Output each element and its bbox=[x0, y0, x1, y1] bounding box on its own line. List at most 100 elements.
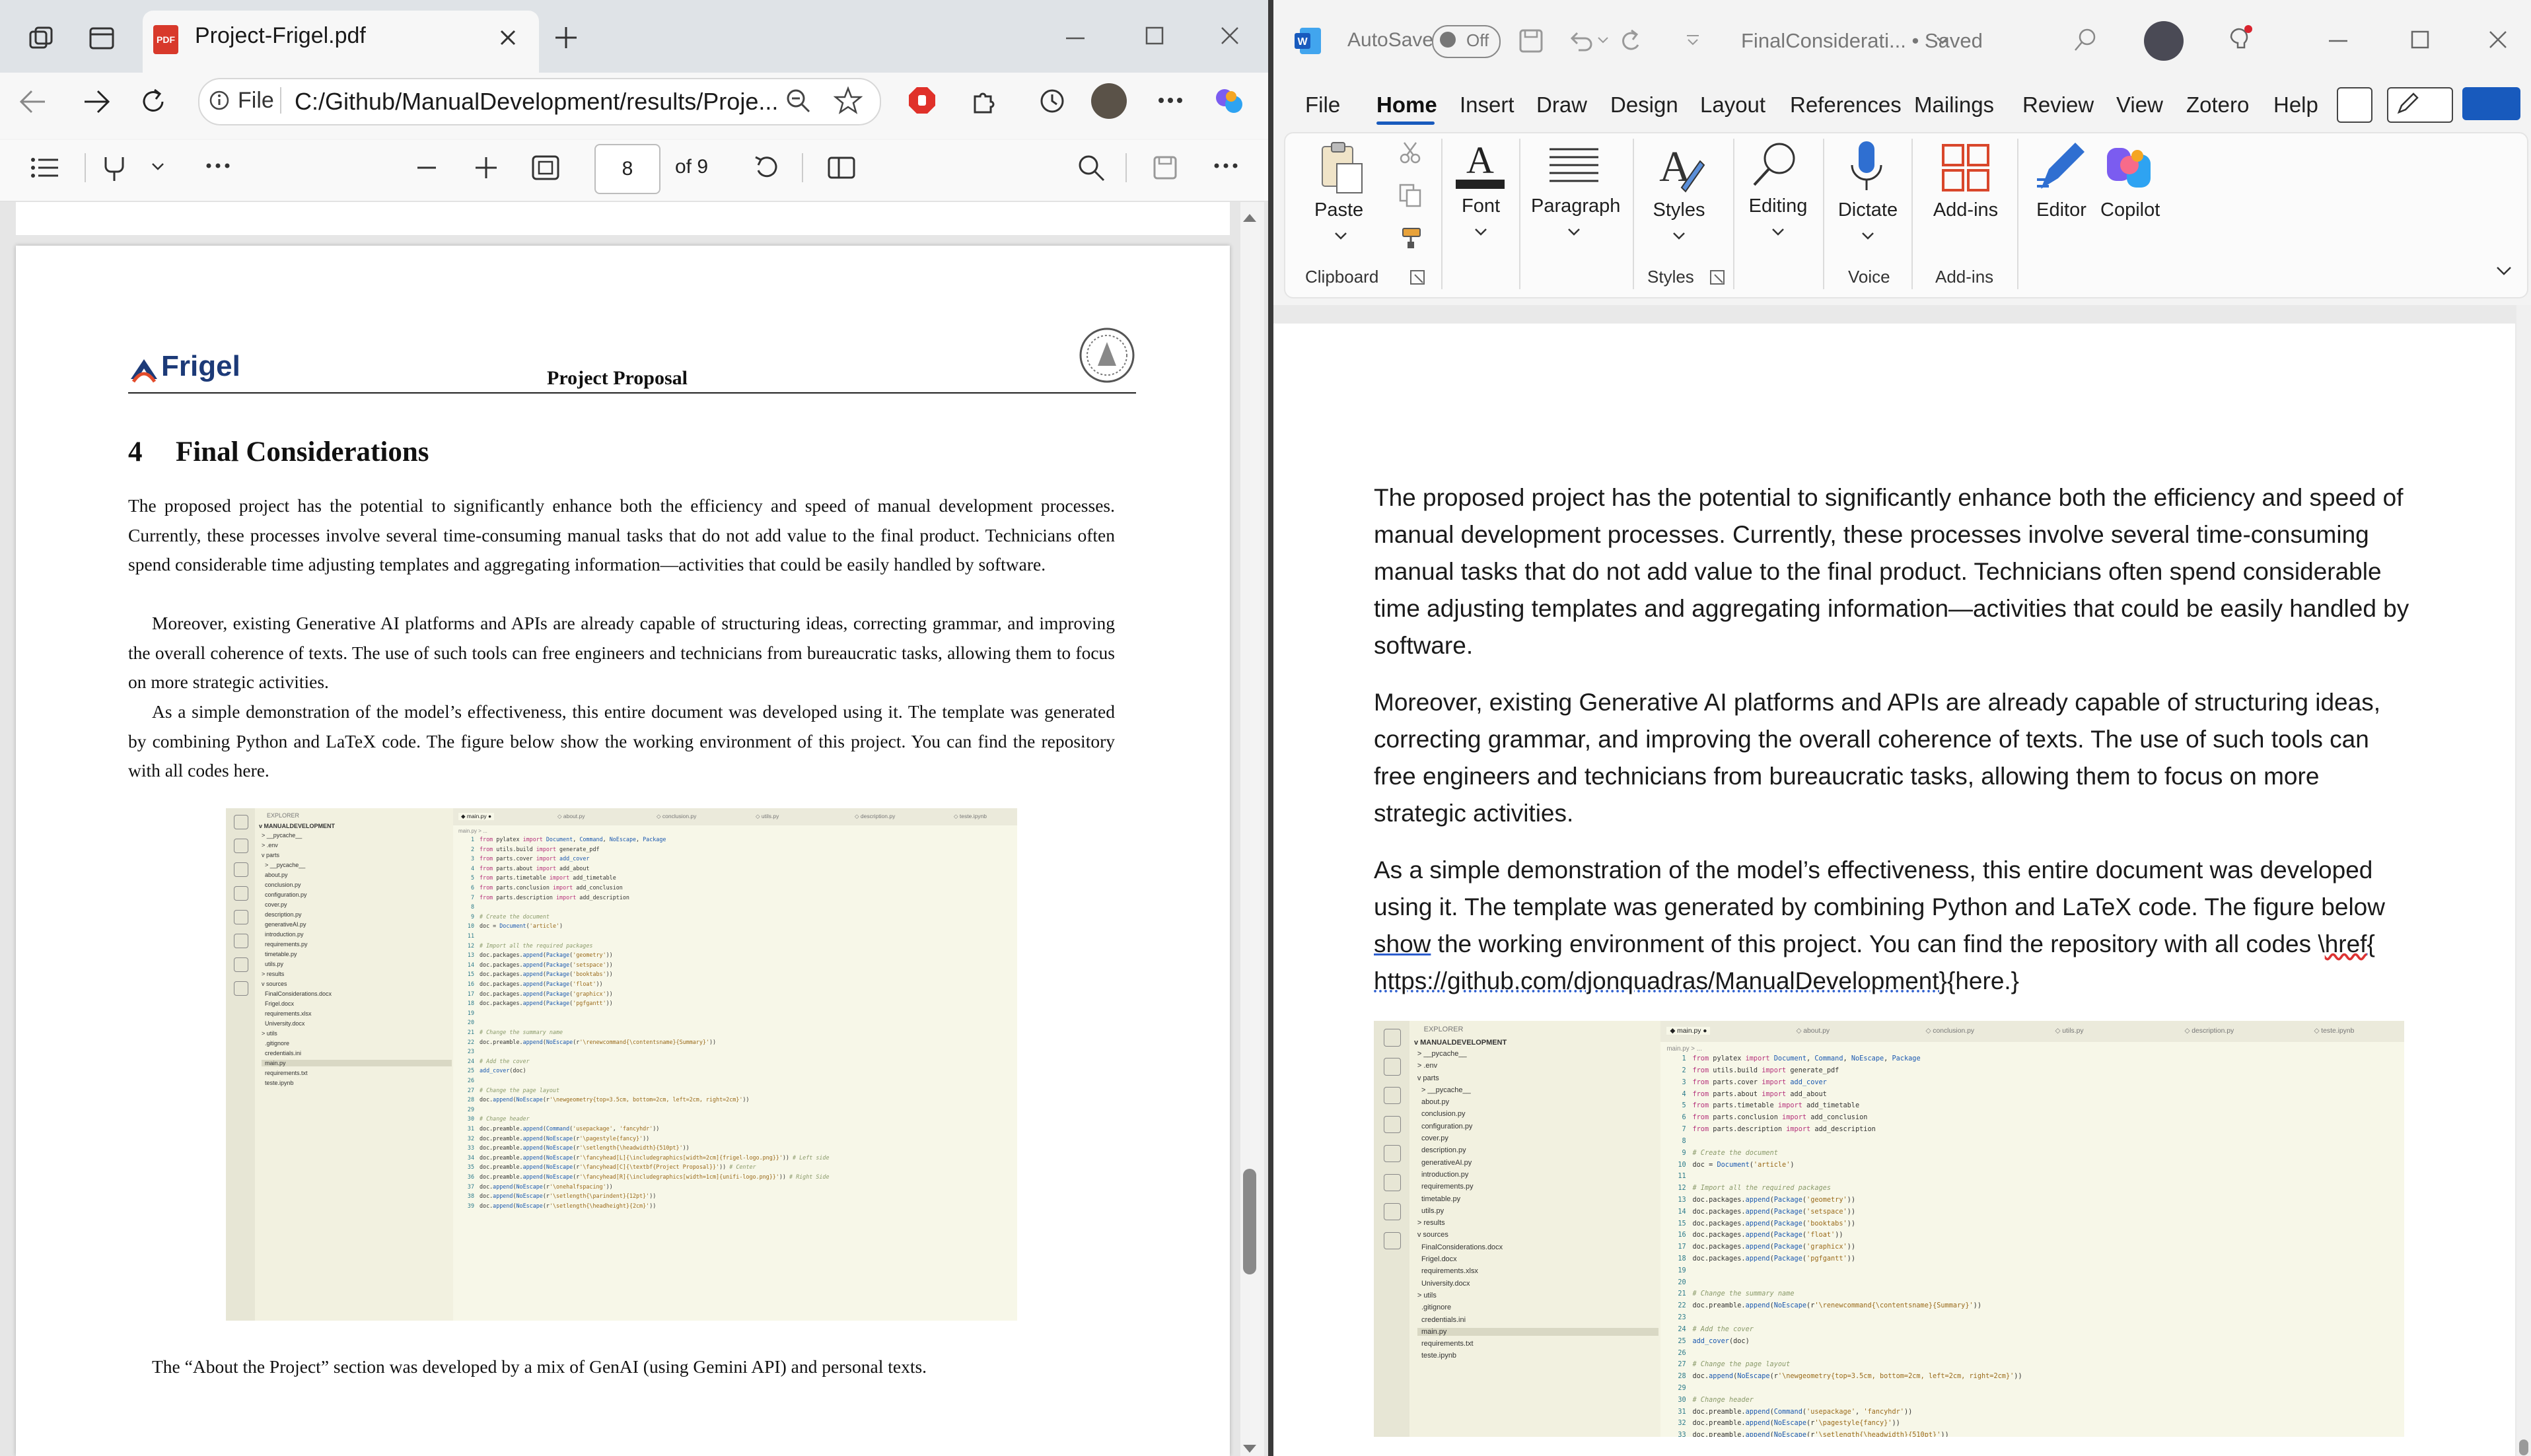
refresh-icon[interactable] bbox=[139, 87, 168, 116]
close-tab-icon[interactable] bbox=[498, 28, 518, 48]
page-view-icon[interactable] bbox=[827, 155, 856, 181]
address-url[interactable]: C:/Github/ManualDevelopment/results/Proj… bbox=[295, 88, 778, 116]
maximize-icon[interactable] bbox=[1143, 24, 1166, 48]
menu-design[interactable]: Design bbox=[1610, 92, 1678, 118]
rotate-icon[interactable] bbox=[752, 153, 781, 182]
zoom-minus-icon[interactable] bbox=[415, 156, 439, 180]
scroll-up-icon[interactable] bbox=[1242, 211, 1258, 225]
word-paragraph-1[interactable]: The proposed project has the potential t… bbox=[1374, 479, 2411, 664]
menu-view[interactable]: View bbox=[2116, 92, 2163, 118]
dictate-label[interactable]: Dictate bbox=[1836, 199, 1900, 221]
zoom-plus-icon[interactable] bbox=[473, 155, 499, 181]
word-minimize-icon[interactable] bbox=[2326, 29, 2350, 53]
dictate-microphone-icon[interactable] bbox=[1847, 139, 1886, 195]
menu-file[interactable]: File bbox=[1305, 92, 1340, 118]
scroll-down-icon[interactable] bbox=[1242, 1443, 1258, 1455]
extensions-icon[interactable] bbox=[970, 87, 997, 115]
workspaces-icon[interactable] bbox=[28, 25, 54, 52]
word-paragraph-2[interactable]: Moreover, existing Generative AI platfor… bbox=[1374, 684, 2411, 832]
highlight-icon[interactable] bbox=[100, 153, 131, 184]
adblock-icon[interactable] bbox=[908, 86, 937, 115]
forward-icon[interactable] bbox=[82, 88, 111, 115]
word-paragraph-3[interactable]: As a simple demonstration of the model’s… bbox=[1374, 852, 2411, 1000]
title-dropdown-icon[interactable] bbox=[1935, 36, 1950, 46]
clipboard-launcher-icon[interactable] bbox=[1409, 269, 1425, 285]
back-icon[interactable] bbox=[18, 88, 48, 115]
word-search-icon[interactable] bbox=[2073, 26, 2099, 53]
menu-layout[interactable]: Layout bbox=[1700, 92, 1765, 118]
styles-dropdown-icon[interactable] bbox=[1672, 231, 1686, 240]
styles-icon[interactable]: A bbox=[1651, 140, 1707, 194]
page-number-input[interactable]: 8 bbox=[594, 144, 660, 194]
code-line-number: 6 bbox=[470, 884, 474, 891]
info-icon[interactable] bbox=[209, 90, 230, 111]
more-icon[interactable] bbox=[1157, 95, 1184, 106]
word-scrollbar[interactable] bbox=[2516, 305, 2531, 1456]
window-divider[interactable] bbox=[1268, 0, 1273, 1456]
cut-icon[interactable] bbox=[1399, 141, 1421, 164]
account-avatar[interactable] bbox=[2144, 21, 2184, 61]
font-icon[interactable]: A bbox=[1452, 139, 1509, 193]
menu-draw[interactable]: Draw bbox=[1536, 92, 1587, 118]
copy-icon[interactable] bbox=[1399, 184, 1421, 207]
undo-icon[interactable] bbox=[1567, 28, 1593, 54]
share-button[interactable] bbox=[2462, 87, 2520, 120]
paragraph-label[interactable]: Paragraph bbox=[1531, 195, 1620, 217]
undo-dropdown-icon[interactable] bbox=[1597, 36, 1609, 45]
editing-label[interactable]: Editing bbox=[1745, 195, 1811, 217]
paragraph-dropdown-icon[interactable] bbox=[1567, 227, 1581, 236]
menu-insert[interactable]: Insert bbox=[1460, 92, 1515, 118]
comments-button[interactable] bbox=[2337, 87, 2372, 123]
fit-page-icon[interactable] bbox=[531, 155, 560, 181]
pdf-search-icon[interactable] bbox=[1077, 153, 1106, 182]
pdf-more-icon[interactable] bbox=[205, 161, 231, 170]
profile-avatar[interactable] bbox=[1091, 83, 1127, 119]
addins-icon[interactable] bbox=[1941, 143, 1991, 193]
contents-icon[interactable] bbox=[30, 156, 59, 180]
collapse-ribbon-icon[interactable] bbox=[2495, 265, 2513, 277]
word-scroll-thumb[interactable] bbox=[2519, 1439, 2528, 1455]
paste-icon[interactable] bbox=[1318, 140, 1365, 195]
tab-actions-icon[interactable] bbox=[89, 25, 115, 52]
save-icon[interactable] bbox=[1152, 155, 1178, 181]
highlight-dropdown-icon[interactable] bbox=[151, 161, 165, 172]
word-maximize-icon[interactable] bbox=[2408, 28, 2432, 52]
customize-qat-icon[interactable] bbox=[1686, 34, 1700, 46]
history-icon[interactable] bbox=[1038, 87, 1066, 115]
word-copilot-icon[interactable] bbox=[2103, 141, 2156, 194]
window-close-icon[interactable] bbox=[1218, 24, 1242, 48]
font-dropdown-icon[interactable] bbox=[1474, 227, 1488, 236]
word-save-icon[interactable] bbox=[1518, 28, 1544, 54]
menu-zotero[interactable]: Zotero bbox=[2186, 92, 2249, 118]
editor-label[interactable]: Editor bbox=[2032, 199, 2091, 221]
copilot-icon[interactable] bbox=[1213, 85, 1246, 118]
paragraph-icon[interactable] bbox=[1546, 145, 1602, 185]
zoom-out-icon[interactable] bbox=[785, 87, 811, 114]
code-line-number: 2 bbox=[470, 845, 474, 852]
minimize-icon[interactable] bbox=[1063, 26, 1087, 50]
styles-launcher-icon[interactable] bbox=[1709, 269, 1725, 285]
ideas-lightbulb-icon[interactable] bbox=[2225, 24, 2254, 55]
menu-mailings[interactable]: Mailings bbox=[1914, 92, 1994, 118]
menu-home[interactable]: Home bbox=[1376, 92, 1437, 118]
favorite-star-icon[interactable] bbox=[834, 86, 863, 115]
paste-label[interactable]: Paste bbox=[1314, 199, 1363, 221]
dictate-dropdown-icon[interactable] bbox=[1861, 231, 1875, 240]
menu-help[interactable]: Help bbox=[2273, 92, 2318, 118]
new-tab-icon[interactable] bbox=[553, 25, 579, 50]
pdf-scroll-thumb[interactable] bbox=[1243, 1169, 1256, 1274]
redo-icon[interactable] bbox=[1618, 28, 1645, 54]
styles-label[interactable]: Styles bbox=[1653, 199, 1705, 221]
word-close-icon[interactable] bbox=[2486, 28, 2510, 52]
paste-dropdown-icon[interactable] bbox=[1334, 231, 1348, 240]
menu-review[interactable]: Review bbox=[2022, 92, 2094, 118]
format-painter-icon[interactable] bbox=[1399, 226, 1423, 250]
editing-search-icon[interactable] bbox=[1749, 139, 1802, 189]
pdf-settings-more-icon[interactable] bbox=[1213, 161, 1239, 170]
editor-icon[interactable] bbox=[2034, 140, 2087, 194]
editing-dropdown-icon[interactable] bbox=[1771, 227, 1785, 236]
menu-references[interactable]: References bbox=[1790, 92, 1902, 118]
copilot-label[interactable]: Copilot bbox=[2100, 199, 2160, 221]
addins-label[interactable]: Add-ins bbox=[1929, 199, 2003, 221]
font-label[interactable]: Font bbox=[1454, 195, 1507, 217]
